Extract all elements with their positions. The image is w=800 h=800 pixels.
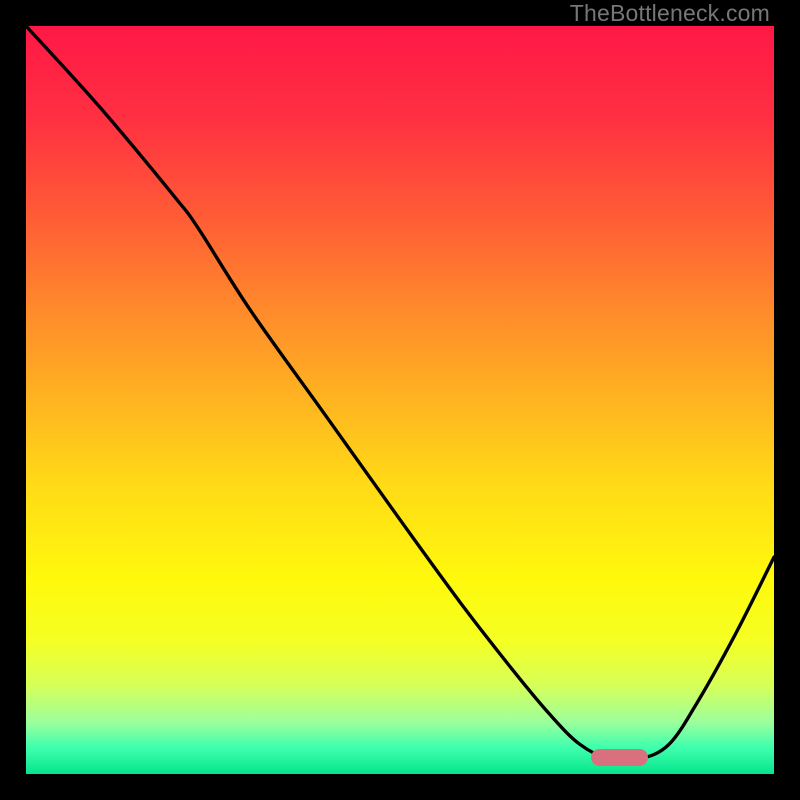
watermark-text: TheBottleneck.com bbox=[570, 0, 770, 27]
bottleneck-curve bbox=[26, 26, 774, 761]
curve-layer bbox=[26, 26, 774, 774]
chart-frame: TheBottleneck.com bbox=[0, 0, 800, 800]
plot-area bbox=[26, 26, 774, 774]
optimal-zone-marker bbox=[591, 749, 647, 766]
